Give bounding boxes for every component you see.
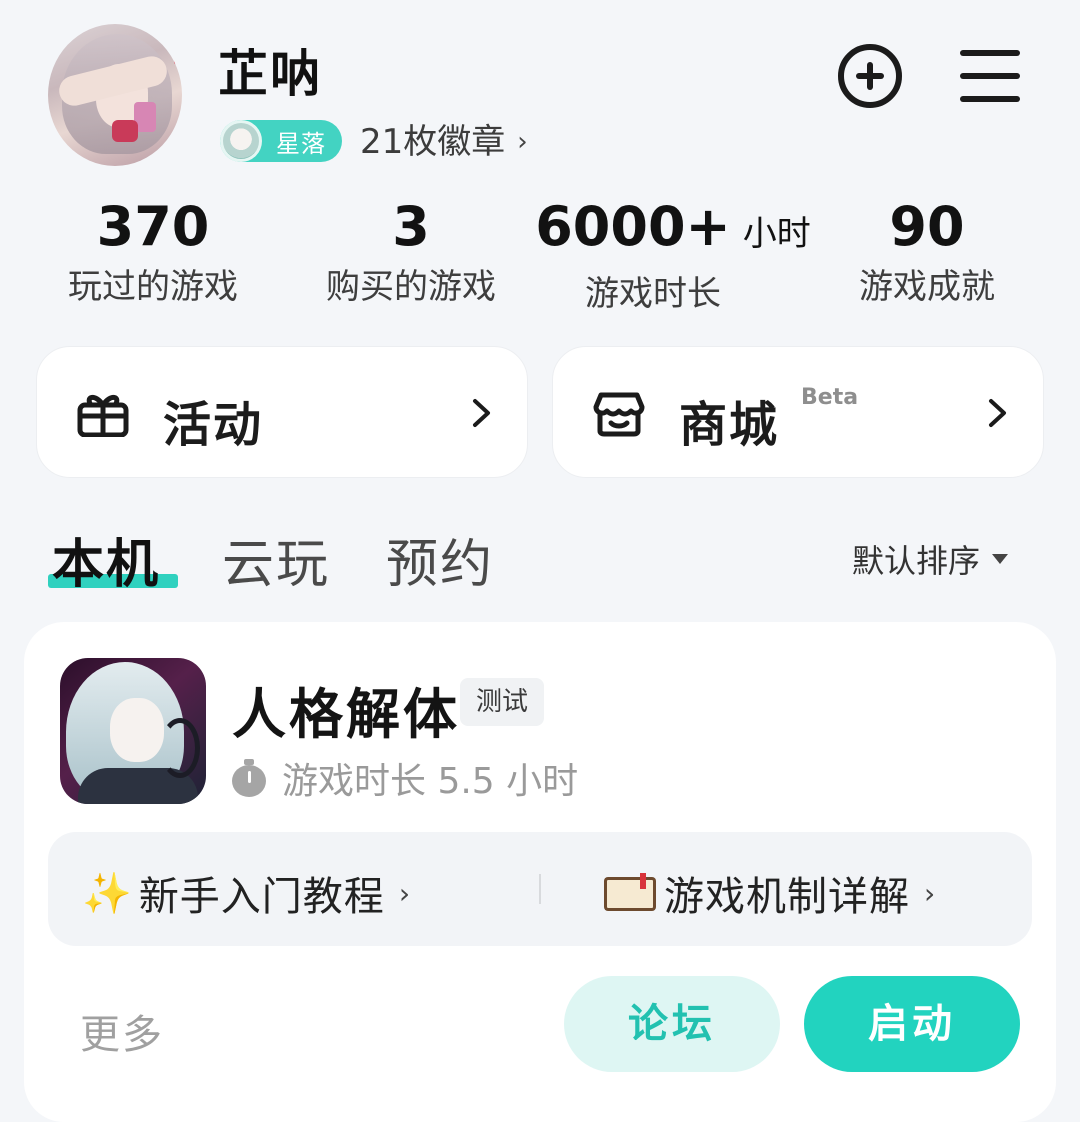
sort-label: 默认排序 [852, 542, 981, 580]
store-icon [593, 392, 645, 437]
guide-label: 新手入门教程 [138, 874, 385, 920]
store-label: 商城 [679, 397, 780, 453]
events-label: 活动 [163, 397, 264, 453]
book-page-left [604, 877, 630, 911]
stat-value: 370 [96, 195, 210, 258]
level-avatar-icon [220, 120, 262, 162]
more-button[interactable]: 更多 [80, 1002, 164, 1060]
stat-value: 6000+ [535, 195, 731, 258]
level-badge[interactable]: 星落 [220, 120, 342, 162]
badges-link[interactable]: 21枚徽章 › [360, 120, 528, 164]
game-icon-swirl [160, 718, 200, 778]
game-icon-face [110, 698, 164, 762]
guide-beginner-tutorial[interactable]: ✨ 新手入门教程 › [82, 864, 411, 922]
sort-dropdown[interactable]: 默认排序 [852, 536, 1009, 582]
plus-icon [856, 62, 884, 90]
stopwatch-hand [248, 771, 251, 783]
playtime-text: 游戏时长 5.5 小时 [282, 761, 579, 802]
avatar-dot [174, 58, 181, 65]
game-icon[interactable] [60, 658, 206, 804]
stat-purchased-games[interactable]: 3 购买的游戏 [296, 196, 526, 308]
stat-achievements[interactable]: 90 游戏成就 [812, 196, 1042, 308]
stat-played-games[interactable]: 370 玩过的游戏 [38, 196, 268, 308]
chevron-right-icon: › [398, 876, 412, 910]
launch-button[interactable]: 启动 [804, 976, 1020, 1072]
stat-label: 游戏成就 [859, 267, 995, 307]
guide-divider [539, 874, 541, 904]
menu-line [960, 96, 1020, 102]
stopwatch-icon [232, 759, 268, 797]
game-title[interactable]: 人格解体 [232, 670, 460, 749]
chevron-right-icon [473, 399, 490, 427]
events-card[interactable]: 活动 [36, 346, 528, 478]
tab-cloud[interactable]: 云玩 [222, 522, 330, 597]
badges-count: 21枚徽章 [360, 122, 506, 162]
chevron-right-icon [989, 399, 1006, 427]
stat-unit: 小时 [742, 214, 811, 254]
add-circle-icon[interactable] [838, 44, 902, 108]
stat-value: 90 [889, 195, 965, 258]
tab-reserve[interactable]: 预约 [386, 522, 494, 597]
sparkles-icon: ✨ [82, 870, 133, 917]
forum-button[interactable]: 论坛 [564, 976, 780, 1072]
beta-badge: Beta [801, 385, 859, 410]
hamburger-menu-icon[interactable] [960, 50, 1020, 102]
open-book-icon [604, 873, 658, 913]
guide-label: 游戏机制详解 [664, 874, 910, 920]
stat-value-row: 6000+ 小时 [528, 196, 818, 265]
user-avatar[interactable] [48, 24, 182, 166]
book-bookmark [640, 873, 646, 889]
avatar-bow [112, 120, 138, 142]
guide-mechanics-explained[interactable]: 游戏机制详解 › [604, 864, 936, 922]
stat-label: 购买的游戏 [326, 267, 496, 307]
gift-icon [77, 395, 129, 437]
chevron-right-icon: › [924, 876, 937, 910]
chevron-right-icon: › [517, 127, 528, 157]
game-playtime: 游戏时长 5.5 小时 [232, 752, 578, 804]
menu-line [960, 73, 1020, 79]
caret-down-icon [992, 554, 1009, 564]
store-card[interactable]: 商城 Beta [552, 346, 1044, 478]
tab-local[interactable]: 本机 [52, 522, 160, 597]
game-tag: 测试 [460, 678, 544, 726]
stat-label: 游戏时长 [585, 274, 721, 314]
stat-value: 3 [392, 195, 430, 258]
username: 芷呐 [218, 45, 322, 103]
stat-play-hours[interactable]: 6000+ 小时 游戏时长 [528, 196, 818, 315]
guides-bar: ✨ 新手入门教程 › 游戏机制详解 › [48, 832, 1032, 946]
level-label: 星落 [276, 129, 326, 158]
stat-label: 玩过的游戏 [68, 267, 238, 307]
menu-line [960, 50, 1020, 56]
